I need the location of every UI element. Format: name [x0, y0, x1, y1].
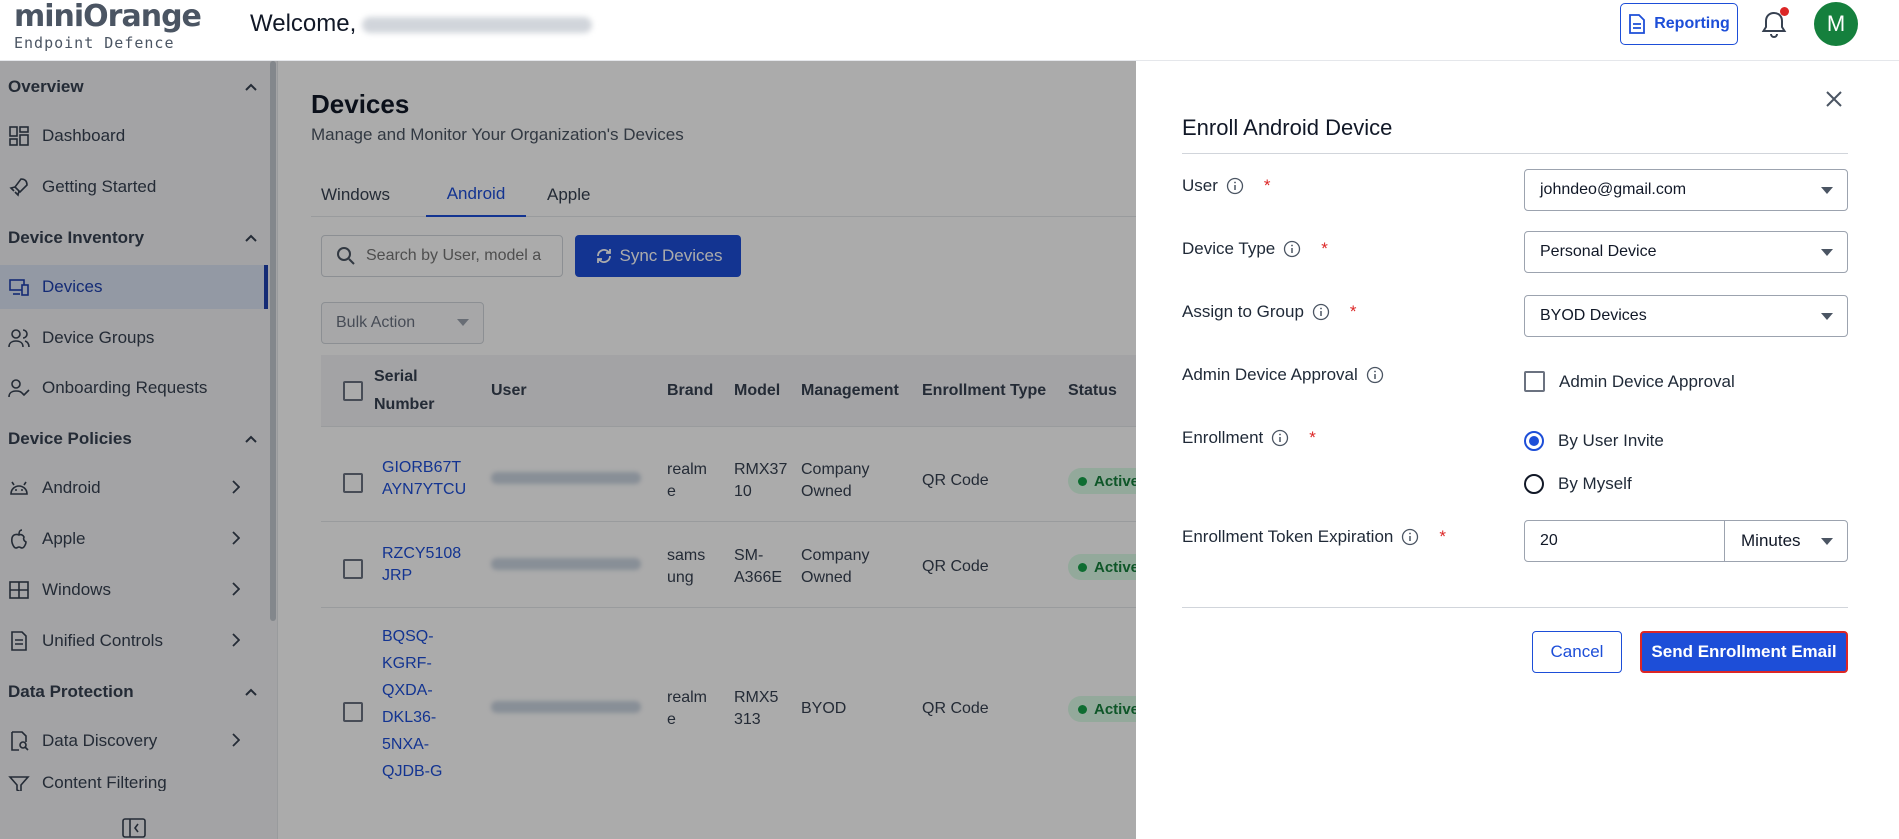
token-expiration-group: 20 Minutes: [1524, 520, 1848, 562]
required-asterisk: *: [1349, 302, 1357, 321]
user-select-value: johndeo@gmail.com: [1540, 181, 1687, 198]
user-select[interactable]: johndeo@gmail.com: [1524, 169, 1848, 211]
close-icon[interactable]: [1820, 85, 1848, 113]
info-icon[interactable]: [1283, 240, 1301, 258]
admin-approval-field-label: Admin Device Approval: [1182, 365, 1384, 385]
required-asterisk: *: [1321, 239, 1328, 258]
label-text: User: [1182, 176, 1218, 195]
token-unit-select[interactable]: Minutes: [1725, 521, 1847, 561]
send-enrollment-email-button[interactable]: Send Enrollment Email: [1640, 631, 1848, 673]
label-text: Admin Device Approval: [1182, 365, 1358, 384]
drawer-title: Enroll Android Device: [1182, 115, 1393, 140]
info-icon[interactable]: [1401, 528, 1419, 546]
caret-down-icon: [1821, 538, 1833, 545]
device-type-select[interactable]: Personal Device: [1524, 231, 1848, 273]
reporting-label: Reporting: [1654, 15, 1730, 32]
welcome-text: Welcome,: [250, 10, 357, 37]
user-avatar[interactable]: M: [1814, 2, 1858, 46]
token-expiration-input[interactable]: 20: [1525, 521, 1725, 561]
enrollment-field-label: Enrollment *: [1182, 428, 1316, 448]
required-asterisk: *: [1439, 527, 1446, 546]
radio-by-myself[interactable]: By Myself: [1524, 474, 1632, 494]
info-icon[interactable]: [1312, 303, 1330, 321]
caret-down-icon: [1821, 187, 1833, 194]
required-asterisk: *: [1309, 428, 1316, 447]
title-divider: [1182, 153, 1848, 154]
caret-down-icon: [1821, 313, 1833, 320]
admin-approval-checkbox[interactable]: Admin Device Approval: [1524, 371, 1735, 392]
welcome-message: Welcome,: [250, 10, 593, 38]
label-text: Device Type: [1182, 239, 1276, 258]
device-type-select-value: Personal Device: [1540, 243, 1657, 260]
info-icon[interactable]: [1226, 177, 1244, 195]
token-expiration-field-label: Enrollment Token Expiration *: [1182, 527, 1446, 547]
radio-label: By Myself: [1558, 474, 1632, 493]
required-asterisk: *: [1263, 176, 1271, 195]
radio-button-selected[interactable]: [1524, 431, 1544, 451]
logo-wordmark: miniOrange: [14, 0, 202, 34]
info-icon[interactable]: [1366, 366, 1384, 384]
redacted-username: [362, 16, 593, 33]
group-select-value: BYOD Devices: [1540, 307, 1647, 324]
label-text: Assign to Group: [1182, 302, 1304, 321]
token-unit-value: Minutes: [1741, 531, 1801, 550]
caret-down-icon: [1821, 249, 1833, 256]
info-icon[interactable]: [1271, 429, 1289, 447]
modal-backdrop[interactable]: [0, 61, 1136, 839]
label-text: Enrollment Token Expiration: [1182, 527, 1394, 546]
device-type-field-label: Device Type *: [1182, 239, 1328, 259]
group-select[interactable]: BYOD Devices: [1524, 295, 1848, 337]
cancel-button[interactable]: Cancel: [1532, 631, 1622, 673]
footer-divider: [1182, 607, 1848, 608]
label-text: Enrollment: [1182, 428, 1264, 447]
user-field-label: User *: [1182, 176, 1271, 196]
radio-by-user-invite[interactable]: By User Invite: [1524, 431, 1664, 451]
checkbox-box[interactable]: [1524, 371, 1545, 392]
radio-button[interactable]: [1524, 474, 1544, 494]
group-field-label: Assign to Group *: [1182, 302, 1357, 322]
reporting-button[interactable]: Reporting: [1620, 3, 1738, 45]
top-bar: miniOrange Endpoint Defence Welcome, Rep…: [0, 0, 1899, 61]
document-icon: [1629, 14, 1646, 34]
notification-badge: [1780, 7, 1789, 16]
radio-label: By User Invite: [1558, 431, 1664, 450]
logo-subtitle: Endpoint Defence: [14, 34, 175, 52]
checkbox-label: Admin Device Approval: [1559, 371, 1735, 391]
brand-logo[interactable]: miniOrange Endpoint Defence: [14, 0, 202, 54]
